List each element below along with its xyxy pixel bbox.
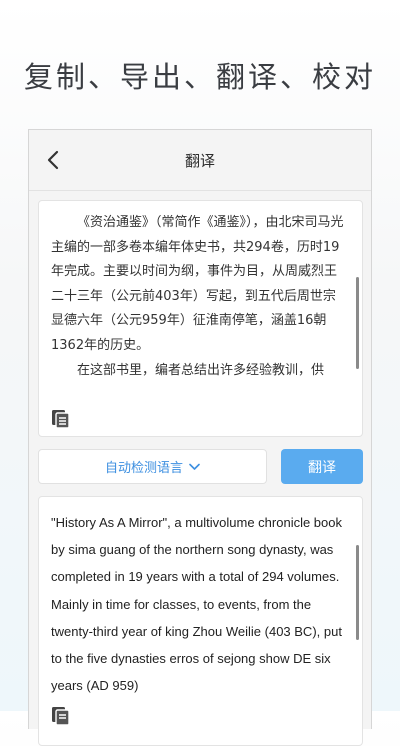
- scrollbar[interactable]: [356, 545, 359, 640]
- language-select[interactable]: 自动检测语言: [38, 449, 267, 484]
- source-paragraph: 《资治通鉴》（常简作《通鉴》），由北宋司马光主编的一部多卷本编年体史书，共294…: [51, 215, 344, 353]
- feature-headline: 复制、导出、翻译、校对: [23, 60, 376, 94]
- nav-bar: 翻译: [29, 130, 371, 191]
- page-title: 翻译: [184, 152, 215, 170]
- chevron-down-icon: [189, 463, 200, 470]
- language-select-label: 自动检测语言: [104, 461, 183, 476]
- source-text-area[interactable]: 《资治通鉴》（常简作《通鉴》），由北宋司马光主编的一部多卷本编年体史书，共294…: [38, 200, 363, 437]
- translation-text: "History As A Mirror", a multivolume chr…: [51, 515, 342, 694]
- copy-icon[interactable]: [51, 706, 71, 726]
- phone-frame: 翻译 《资治通鉴》（常简作《通鉴》），由北宋司马光主编的一部多卷本编年体史书，共…: [28, 129, 372, 746]
- source-text: 《资治通鉴》（常简作《通鉴》），由北宋司马光主编的一部多卷本编年体史书，共294…: [51, 211, 346, 383]
- scrollbar[interactable]: [356, 277, 359, 369]
- translate-button[interactable]: 翻译: [281, 449, 363, 484]
- source-paragraph: 在这部书里，编者总结出许多经验教训，供: [77, 362, 325, 378]
- translation-result-area[interactable]: "History As A Mirror", a multivolume chr…: [38, 496, 363, 746]
- copy-icon[interactable]: [51, 409, 71, 429]
